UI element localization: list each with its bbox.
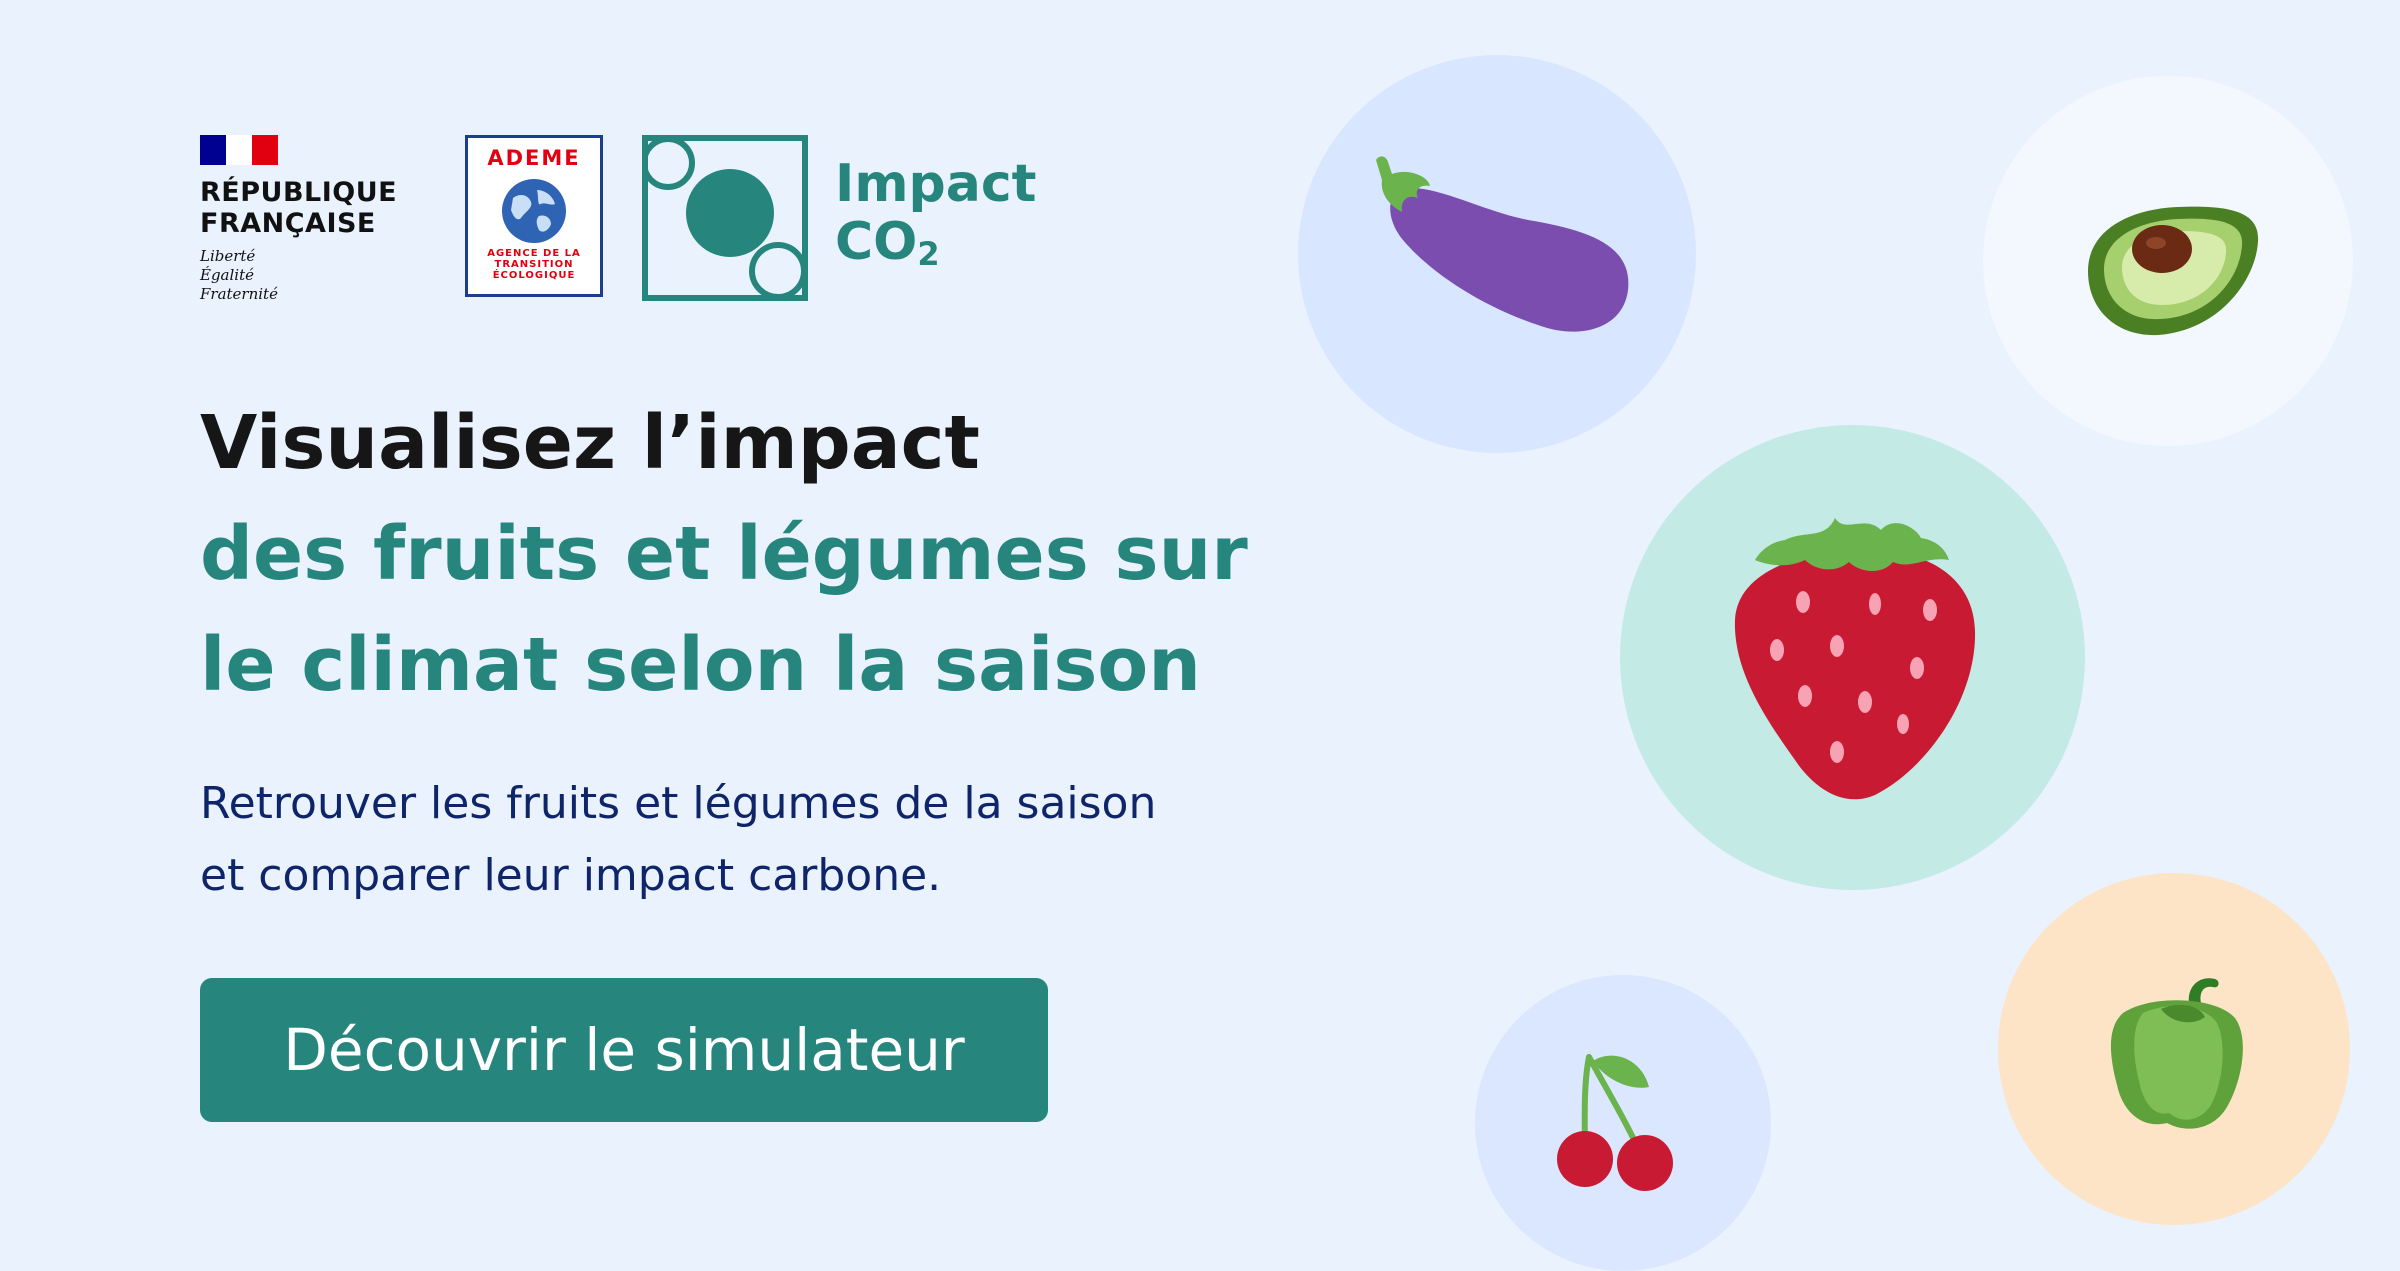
rf-motto-3: Fraternité: [200, 285, 278, 303]
strawberry-bubble: [1620, 425, 2085, 890]
subtitle: Retrouver les fruits et légumes de la sa…: [200, 768, 1300, 912]
republique-francaise-logo: RÉPUBLIQUE FRANÇAISE Liberté Égalité Fra…: [200, 135, 400, 304]
rf-motto: Liberté Égalité Fraternité: [200, 247, 400, 304]
subtitle-line2: et comparer leur impact carbone.: [200, 850, 942, 901]
eggplant-bubble: [1298, 55, 1696, 453]
headline-line3: le climat selon la saison: [200, 622, 1201, 708]
bell-pepper-bubble: [1998, 873, 2350, 1225]
cherry-bubble: [1475, 975, 1771, 1271]
headline-line1: Visualisez l’impact: [200, 400, 980, 486]
french-flag-icon: [200, 135, 278, 165]
ademe-title: ADEME: [487, 146, 581, 170]
rf-motto-2: Égalité: [200, 266, 254, 284]
globe-icon: [502, 179, 566, 243]
avocado-icon: [2088, 206, 2259, 336]
avocado-bubble: [1983, 76, 2353, 446]
impact-co2-co: CO: [835, 212, 918, 272]
impact-co2-line1: Impact: [835, 154, 1037, 214]
page-title: Visualisez l’impact des fruits et légume…: [200, 388, 1330, 721]
eggplant-icon: [1376, 156, 1629, 332]
subtitle-line1: Retrouver les fruits et légumes de la sa…: [200, 778, 1157, 829]
rf-name: RÉPUBLIQUE FRANÇAISE: [200, 177, 400, 239]
impact-co2-sub: 2: [917, 235, 940, 273]
page: RÉPUBLIQUE FRANÇAISE Liberté Égalité Fra…: [0, 0, 2400, 1271]
rf-motto-1: Liberté: [200, 247, 256, 265]
rf-name-line2: FRANÇAISE: [200, 208, 376, 239]
discover-simulator-button[interactable]: Découvrir le simulateur: [200, 978, 1048, 1122]
headline-line2: des fruits et légumes sur: [200, 511, 1248, 597]
strawberry-icon: [1734, 518, 1976, 800]
impact-co2-logo-icon: [642, 135, 808, 301]
impact-co2-line2: CO2: [835, 213, 1037, 283]
impact-co2-wordmark: Impact CO2: [835, 155, 1037, 283]
ademe-subtitle: AGENCE DE LA TRANSITION ÉCOLOGIQUE: [487, 248, 581, 281]
rf-name-line1: RÉPUBLIQUE: [200, 177, 398, 208]
bell-pepper-icon: [2110, 978, 2243, 1129]
ademe-logo: ADEME AGENCE DE LA TRANSITION ÉCOLOGIQUE: [465, 135, 603, 297]
cherry-icon: [1557, 1054, 1673, 1191]
